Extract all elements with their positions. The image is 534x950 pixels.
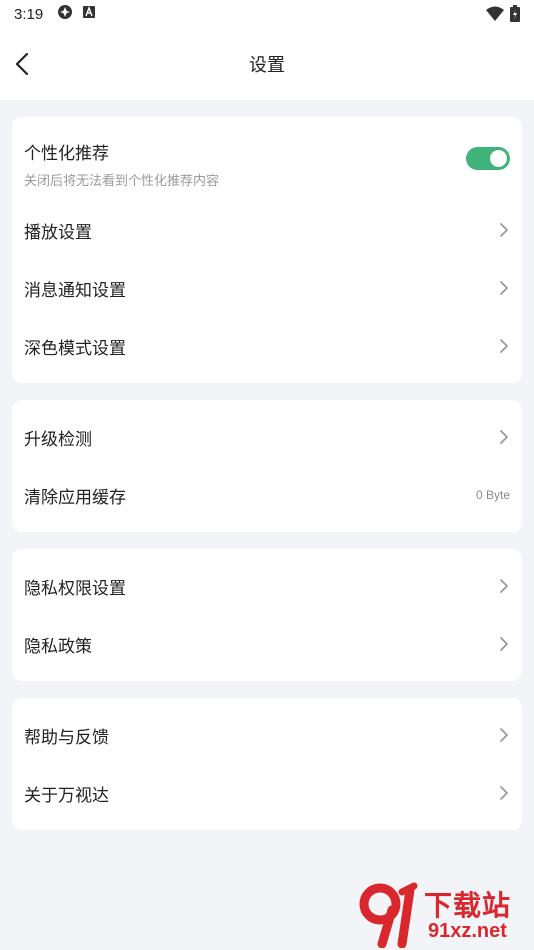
settings-item-label: 升级检测	[24, 429, 92, 450]
chevron-right-icon	[500, 223, 508, 237]
back-button[interactable]	[8, 48, 36, 80]
personalized-recommendation-toggle[interactable]	[466, 147, 510, 170]
font-a-icon	[83, 5, 96, 23]
chevron-right-icon	[500, 339, 508, 353]
wifi-icon	[486, 6, 504, 27]
settings-item-label: 深色模式设置	[24, 338, 126, 359]
settings-item-label: 播放设置	[24, 222, 92, 243]
chevron-right-icon	[500, 728, 508, 742]
chevron-right-icon	[500, 281, 508, 295]
settings-item-notifications[interactable]: 消息通知设置	[12, 259, 522, 317]
status-bar: 3:19	[0, 0, 534, 28]
settings-content: 个性化推荐 关闭后将无法看到个性化推荐内容 播放设置 消息通知设置 深色模式设置…	[0, 100, 534, 830]
personalized-recommendation-description: 关闭后将无法看到个性化推荐内容	[24, 174, 220, 189]
page-title: 设置	[249, 55, 285, 76]
settings-item-label: 隐私政策	[24, 636, 92, 657]
battery-icon	[510, 5, 520, 27]
watermark-domain: 91xz.net	[428, 920, 507, 942]
personalized-recommendation-row: 个性化推荐 关闭后将无法看到个性化推荐内容	[12, 125, 522, 201]
cache-size-value: 0 Byte	[475, 488, 510, 502]
settings-item-label: 清除应用缓存	[24, 487, 126, 508]
personalized-recommendation-label: 个性化推荐	[24, 144, 109, 164]
back-arrow-icon	[15, 52, 29, 76]
settings-card-about: 帮助与反馈 关于万视达	[12, 698, 522, 830]
watermark-site-name: 下载站	[424, 889, 512, 922]
settings-item-help-feedback[interactable]: 帮助与反馈	[12, 706, 522, 764]
watermark-logo: 下载站 91xz.net	[358, 882, 530, 948]
settings-item-label: 隐私权限设置	[24, 578, 126, 599]
settings-item-dark-mode[interactable]: 深色模式设置	[12, 317, 522, 375]
settings-item-label: 关于万视达	[24, 785, 109, 806]
chevron-right-icon	[500, 579, 508, 593]
chevron-right-icon	[500, 637, 508, 651]
app-notification-icon	[57, 4, 73, 25]
watermark-91-icon	[359, 882, 418, 948]
settings-card-app: 升级检测 清除应用缓存 0 Byte	[12, 400, 522, 532]
status-time: 3:19	[14, 5, 44, 23]
chevron-right-icon	[500, 430, 508, 444]
settings-item-check-update[interactable]: 升级检测	[12, 408, 522, 466]
settings-item-privacy-policy[interactable]: 隐私政策	[12, 615, 522, 673]
status-right-icons	[486, 5, 520, 27]
chevron-right-icon	[500, 786, 508, 800]
settings-item-clear-cache[interactable]: 清除应用缓存 0 Byte	[12, 466, 522, 524]
settings-item-playback[interactable]: 播放设置	[12, 201, 522, 259]
settings-item-label: 消息通知设置	[24, 280, 126, 301]
settings-item-about[interactable]: 关于万视达	[12, 764, 522, 822]
settings-card-privacy: 隐私权限设置 隐私政策	[12, 549, 522, 681]
settings-card-general: 个性化推荐 关闭后将无法看到个性化推荐内容 播放设置 消息通知设置 深色模式设置	[12, 117, 522, 383]
settings-item-privacy-permissions[interactable]: 隐私权限设置	[12, 557, 522, 615]
settings-item-label: 帮助与反馈	[24, 727, 109, 748]
toggle-knob	[490, 150, 507, 167]
header: 设置	[0, 28, 534, 100]
